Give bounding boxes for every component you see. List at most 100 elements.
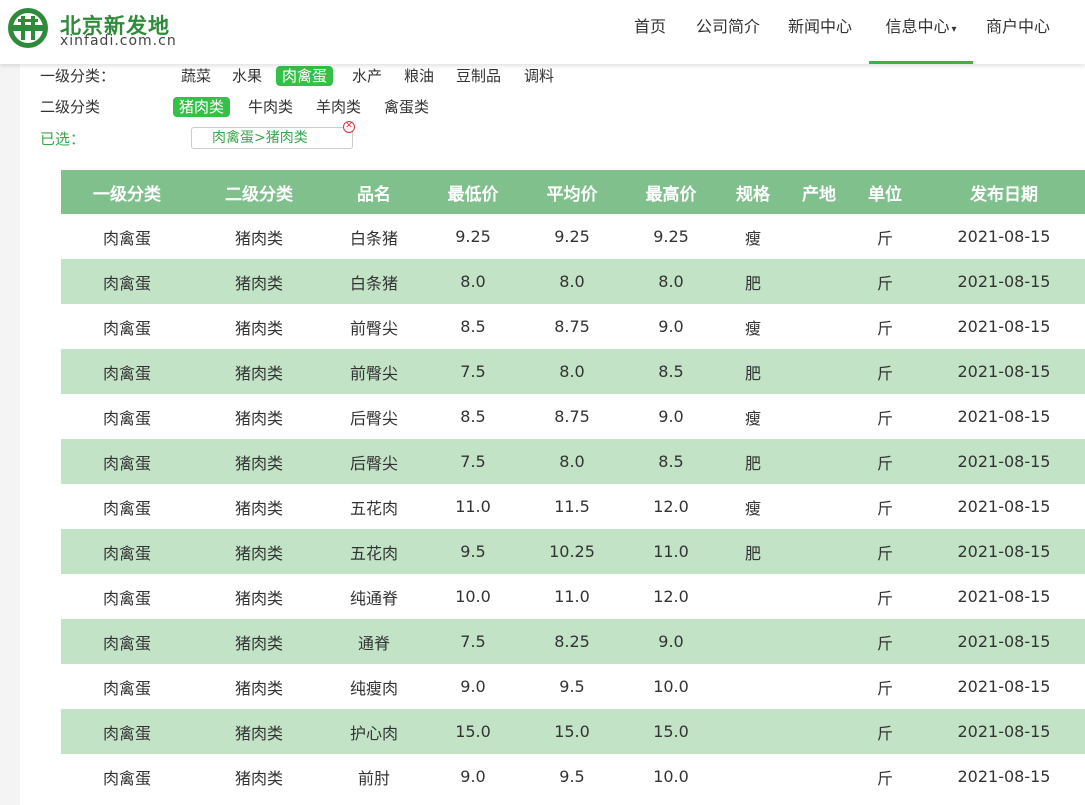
cell-origin — [789, 664, 849, 709]
cell-level1-category: 肉禽蛋 — [102, 678, 151, 698]
cell-origin — [789, 439, 849, 484]
cell-product-name: 白条猪 — [349, 273, 398, 293]
cell-min-price: 15.0 — [455, 722, 491, 741]
cell-publish-date: 2021-08-15 — [957, 317, 1051, 336]
left-gutter — [0, 64, 20, 805]
cell-min-price: 8.0 — [460, 272, 486, 291]
filter-poultry-eggs[interactable]: 禽蛋类 — [378, 97, 435, 117]
cell-avg-price: 9.5 — [559, 767, 585, 786]
cell-origin — [789, 709, 849, 754]
cell-avg-price: 8.0 — [559, 272, 585, 291]
cell-max-price: 9.25 — [653, 227, 689, 246]
cell-publish-date: 2021-08-15 — [957, 542, 1051, 561]
cell-min-price: 10.0 — [455, 587, 491, 606]
header-product-name: 品名 — [357, 184, 391, 205]
cell-unit: 斤 — [876, 768, 893, 788]
close-icon[interactable]: ✕ — [343, 121, 355, 133]
selected-filter: 已选： 肉禽蛋>猪肉类 ✕ — [40, 121, 400, 151]
nav-news-center[interactable]: 新闻中心 — [786, 0, 854, 64]
table-row: 肉禽蛋 猪肉类 护心肉 15.0 15.0 15.0 斤 2021-08-15 — [61, 709, 1085, 754]
cell-max-price: 9.0 — [658, 317, 684, 336]
filter-seasoning[interactable]: 调料 — [518, 66, 560, 86]
header-publish-date: 发布日期 — [970, 184, 1038, 205]
table-row: 肉禽蛋 猪肉类 后臀尖 8.5 8.75 9.0 瘦 斤 2021-08-15 — [61, 394, 1085, 439]
table-header: 一级分类 二级分类 品名 最低价 平均价 最高价 规格 产地 单位 发布日期 — [61, 170, 1085, 214]
cell-origin — [789, 574, 849, 619]
site-header: 北京新发地 xinfadi.com.cn 首页 公司简介 新闻中心 信息中心 ▾ … — [0, 0, 1085, 64]
cell-max-price: 9.0 — [658, 632, 684, 651]
table-row: 肉禽蛋 猪肉类 纯瘦肉 9.0 9.5 10.0 斤 2021-08-15 — [61, 664, 1085, 709]
filter-mutton[interactable]: 羊肉类 — [310, 97, 367, 117]
cell-max-price: 10.0 — [653, 677, 689, 696]
filter-aquatic[interactable]: 水产 — [346, 66, 388, 86]
cell-level2-category: 猪肉类 — [234, 723, 283, 743]
filter-vegetables[interactable]: 蔬菜 — [175, 66, 217, 86]
nav-home[interactable]: 首页 — [630, 0, 670, 64]
cell-origin — [789, 214, 849, 259]
header-max-price: 最高价 — [645, 184, 697, 205]
cell-level2-category: 猪肉类 — [234, 588, 283, 608]
filter-fruit[interactable]: 水果 — [226, 66, 268, 86]
site-logo[interactable]: 北京新发地 xinfadi.com.cn — [6, 6, 196, 54]
cell-spec: 瘦 — [744, 318, 761, 338]
cell-min-price: 9.0 — [460, 767, 486, 786]
cell-level2-category: 猪肉类 — [234, 678, 283, 698]
cell-level2-category: 猪肉类 — [234, 273, 283, 293]
cell-spec — [723, 664, 783, 709]
table-row: 肉禽蛋 猪肉类 纯通脊 10.0 11.0 12.0 斤 2021-08-15 — [61, 574, 1085, 619]
cell-level1-category: 肉禽蛋 — [102, 318, 151, 338]
cell-origin — [789, 754, 849, 799]
cell-product-name: 纯通脊 — [349, 588, 398, 608]
cell-unit: 斤 — [876, 228, 893, 248]
cell-max-price: 15.0 — [653, 722, 689, 741]
cell-level2-category: 猪肉类 — [234, 363, 283, 383]
cell-publish-date: 2021-08-15 — [957, 677, 1051, 696]
cell-unit: 斤 — [876, 678, 893, 698]
cell-product-name: 白条猪 — [349, 228, 398, 248]
cell-unit: 斤 — [876, 543, 893, 563]
table-row: 肉禽蛋 猪肉类 白条猪 9.25 9.25 9.25 瘦 斤 2021-08-15 — [61, 214, 1085, 259]
cell-spec — [723, 619, 783, 664]
filter-meat-poultry-eggs[interactable]: 肉禽蛋 — [276, 66, 334, 86]
cell-publish-date: 2021-08-15 — [957, 632, 1051, 651]
chevron-down-icon: ▾ — [951, 24, 957, 35]
cell-unit: 斤 — [876, 453, 893, 473]
filter-beef[interactable]: 牛肉类 — [242, 97, 299, 117]
table-row: 肉禽蛋 猪肉类 前臀尖 7.5 8.0 8.5 肥 斤 2021-08-15 — [61, 349, 1085, 394]
cell-level2-category: 猪肉类 — [234, 318, 283, 338]
cell-unit: 斤 — [876, 633, 893, 653]
cell-spec: 瘦 — [744, 498, 761, 518]
cell-min-price: 7.5 — [460, 362, 486, 381]
cell-level2-category: 猪肉类 — [234, 543, 283, 563]
cell-product-name: 纯瘦肉 — [349, 678, 398, 698]
cell-product-name: 前臀尖 — [349, 363, 398, 383]
header-unit: 单位 — [868, 184, 902, 205]
filter-soy-products[interactable]: 豆制品 — [450, 66, 507, 86]
cell-publish-date: 2021-08-15 — [957, 767, 1051, 786]
cell-product-name: 前肘 — [357, 768, 390, 788]
cell-level1-category: 肉禽蛋 — [102, 453, 151, 473]
cell-min-price: 11.0 — [455, 497, 491, 516]
cell-publish-date: 2021-08-15 — [957, 452, 1051, 471]
header-min-price: 最低价 — [447, 184, 499, 205]
cell-origin — [789, 349, 849, 394]
cell-level1-category: 肉禽蛋 — [102, 498, 151, 518]
cell-unit: 斤 — [876, 588, 893, 608]
cell-unit: 斤 — [876, 363, 893, 383]
cell-product-name: 护心肉 — [349, 723, 398, 743]
cell-max-price: 8.5 — [658, 362, 684, 381]
cell-avg-price: 11.5 — [554, 497, 590, 516]
nav-company-intro[interactable]: 公司简介 — [694, 0, 762, 64]
nav-merchant-center[interactable]: 商户中心 — [984, 0, 1052, 64]
cell-spec: 肥 — [744, 453, 761, 473]
cell-product-name: 五花肉 — [349, 543, 398, 563]
cell-level1-category: 肉禽蛋 — [102, 723, 151, 743]
cell-max-price: 12.0 — [653, 497, 689, 516]
filter-pork[interactable]: 猪肉类 — [173, 97, 231, 117]
cell-level1-category: 肉禽蛋 — [102, 588, 151, 608]
cell-min-price: 7.5 — [460, 452, 486, 471]
filter-grain-oil[interactable]: 粮油 — [398, 66, 440, 86]
cell-unit: 斤 — [876, 408, 893, 428]
nav-info-center[interactable]: 信息中心 ▾ — [869, 0, 973, 64]
table-row: 肉禽蛋 猪肉类 五花肉 11.0 11.5 12.0 瘦 斤 2021-08-15 — [61, 484, 1085, 529]
